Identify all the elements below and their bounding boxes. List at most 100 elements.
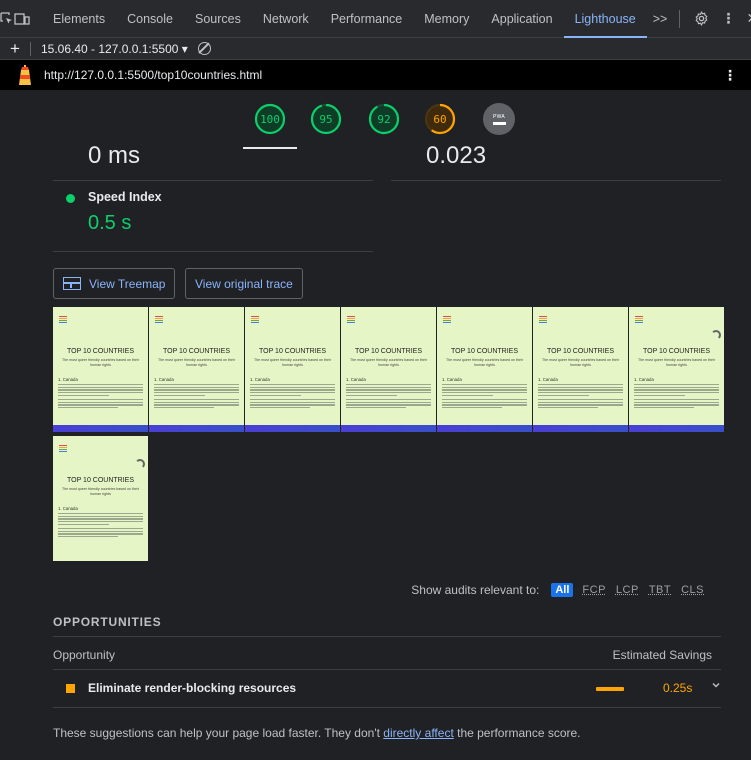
close-icon[interactable]: ✕ bbox=[740, 0, 751, 38]
note-text: These suggestions can help your page loa… bbox=[53, 726, 383, 740]
frame-title: TOP 10 COUNTRIES bbox=[629, 348, 724, 355]
view-treemap-button[interactable]: View Treemap bbox=[53, 268, 175, 299]
frame-footer-band bbox=[629, 425, 724, 432]
filter-cls[interactable]: CLS bbox=[681, 584, 704, 596]
frame-title: TOP 10 COUNTRIES bbox=[533, 348, 628, 355]
note-text: the performance score. bbox=[454, 726, 581, 740]
frame-footer-band bbox=[53, 425, 148, 432]
metric-value-cls: 0.023 bbox=[426, 142, 486, 170]
audit-filter: Show audits relevant to: All FCP LCP TBT… bbox=[411, 583, 704, 597]
settings-gear-icon[interactable] bbox=[686, 0, 716, 38]
report-url[interactable]: http://127.0.0.1:5500/top10countries.htm… bbox=[44, 68, 262, 82]
filmstrip-frame: TOP 10 COUNTRIES The most queer friendly … bbox=[629, 307, 724, 432]
metric-title-speed-index: Speed Index bbox=[88, 190, 162, 204]
more-options-icon[interactable]: ⋮ bbox=[716, 0, 740, 38]
frame-text-lines bbox=[442, 384, 527, 410]
frame-text-lines bbox=[538, 384, 623, 410]
loading-spinner-icon bbox=[711, 330, 721, 340]
filmstrip-frame: TOP 10 COUNTRIES The most queer friendly … bbox=[245, 307, 340, 432]
directly-affect-link[interactable]: directly affect bbox=[383, 726, 453, 740]
filmstrip-frame: TOP 10 COUNTRIES The most queer friendly … bbox=[53, 436, 148, 561]
filmstrip-frame: TOP 10 COUNTRIES The most queer friendly … bbox=[149, 307, 244, 432]
tab-network[interactable]: Network bbox=[252, 0, 320, 38]
frame-subtitle: The most queer friendly countries based … bbox=[248, 358, 337, 367]
opportunities-note: These suggestions can help your page loa… bbox=[53, 726, 581, 740]
view-trace-button[interactable]: View original trace bbox=[185, 268, 303, 299]
inspect-element-icon[interactable] bbox=[0, 0, 14, 38]
frame-text-lines bbox=[634, 384, 719, 410]
frame-footer-band bbox=[437, 425, 532, 432]
tab-lighthouse[interactable]: Lighthouse bbox=[564, 0, 647, 38]
filmstrip-frame: TOP 10 COUNTRIES The most queer friendly … bbox=[341, 307, 436, 432]
frame-heading: 1. Canada bbox=[346, 377, 366, 382]
frame-title: TOP 10 COUNTRIES bbox=[341, 348, 436, 355]
devtools-toolbar: Elements Console Sources Network Perform… bbox=[0, 0, 751, 38]
metric-divider bbox=[391, 180, 721, 181]
frame-heading: 1. Canada bbox=[442, 377, 462, 382]
tab-application[interactable]: Application bbox=[480, 0, 563, 38]
savings-column-header: Estimated Savings bbox=[613, 648, 712, 662]
more-tabs-button[interactable]: >> bbox=[647, 0, 674, 38]
metric-divider bbox=[53, 251, 373, 252]
filmstrip-frame: TOP 10 COUNTRIES The most queer friendly … bbox=[53, 307, 148, 432]
lighthouse-report-bar: + 15.06.40 - 127.0.0.1:5500 ▾ bbox=[0, 38, 751, 60]
filter-fcp[interactable]: FCP bbox=[582, 584, 606, 596]
tab-sources[interactable]: Sources bbox=[184, 0, 252, 38]
clear-reports-icon[interactable] bbox=[198, 42, 211, 55]
opportunity-column-header: Opportunity bbox=[53, 648, 115, 662]
section-divider bbox=[53, 636, 721, 637]
metric-divider bbox=[53, 180, 373, 181]
report-select[interactable]: 15.06.40 - 127.0.0.1:5500 ▾ bbox=[41, 42, 188, 56]
frame-heading: 1. Canada bbox=[538, 377, 558, 382]
pass-dot-icon bbox=[66, 194, 75, 203]
hamburger-menu-icon bbox=[347, 316, 355, 324]
frame-footer-band bbox=[533, 425, 628, 432]
filter-tbt[interactable]: TBT bbox=[649, 584, 671, 596]
audit-filter-label: Show audits relevant to: bbox=[411, 583, 539, 597]
filter-all[interactable]: All bbox=[551, 583, 573, 597]
view-treemap-label: View Treemap bbox=[89, 277, 165, 291]
toolbar-divider bbox=[679, 10, 680, 28]
view-trace-label: View original trace bbox=[195, 277, 293, 291]
score-gauge-seo[interactable]: 60 bbox=[424, 103, 456, 135]
savings-bar bbox=[596, 687, 624, 691]
pwa-badge[interactable]: PWA bbox=[483, 103, 515, 135]
frame-title: TOP 10 COUNTRIES bbox=[53, 348, 148, 355]
tab-memory[interactable]: Memory bbox=[413, 0, 480, 38]
hamburger-menu-icon bbox=[59, 316, 67, 324]
frame-subtitle: The most queer friendly countries based … bbox=[536, 358, 625, 367]
frame-title: TOP 10 COUNTRIES bbox=[245, 348, 340, 355]
performance-report: 0 ms 0.023 Speed Index 0.5 s View Treema… bbox=[36, 150, 736, 760]
tab-elements[interactable]: Elements bbox=[42, 0, 116, 38]
hamburger-menu-icon bbox=[443, 316, 451, 324]
frame-heading: 1. Canada bbox=[250, 377, 270, 382]
filter-lcp[interactable]: LCP bbox=[616, 584, 639, 596]
chevron-down-icon[interactable] bbox=[711, 680, 721, 693]
frame-footer-band bbox=[149, 425, 244, 432]
device-toolbar-icon[interactable] bbox=[14, 0, 30, 38]
frame-text-lines bbox=[346, 384, 431, 410]
score-gauge-performance[interactable]: 100 bbox=[254, 103, 286, 135]
report-menu-icon[interactable]: ⋮ bbox=[723, 67, 737, 84]
score-gauge-accessibility[interactable]: 95 bbox=[310, 103, 342, 135]
frame-text-lines bbox=[154, 384, 239, 410]
loading-spinner-icon bbox=[135, 459, 145, 469]
score-gauge-best-practices[interactable]: 92 bbox=[368, 103, 400, 135]
hamburger-menu-icon bbox=[59, 445, 67, 453]
hamburger-menu-icon bbox=[635, 316, 643, 324]
frame-heading: 1. Canada bbox=[154, 377, 174, 382]
hamburger-menu-icon bbox=[251, 316, 259, 324]
frame-subtitle: The most queer friendly countries based … bbox=[56, 358, 145, 367]
metric-value-speed-index: 0.5 s bbox=[88, 212, 131, 235]
frame-text-lines bbox=[58, 384, 143, 410]
filmstrip-frame: TOP 10 COUNTRIES The most queer friendly … bbox=[437, 307, 532, 432]
toolbar-divider bbox=[30, 42, 31, 56]
frame-subtitle: The most queer friendly countries based … bbox=[56, 487, 145, 496]
opportunity-savings: 0.25s bbox=[663, 681, 692, 695]
new-report-button[interactable]: + bbox=[0, 39, 30, 59]
tab-console[interactable]: Console bbox=[116, 0, 184, 38]
frame-heading: 1. Canada bbox=[58, 377, 78, 382]
tab-performance[interactable]: Performance bbox=[320, 0, 414, 38]
opportunities-heading: OPPORTUNITIES bbox=[53, 615, 161, 629]
frame-title: TOP 10 COUNTRIES bbox=[53, 477, 148, 484]
